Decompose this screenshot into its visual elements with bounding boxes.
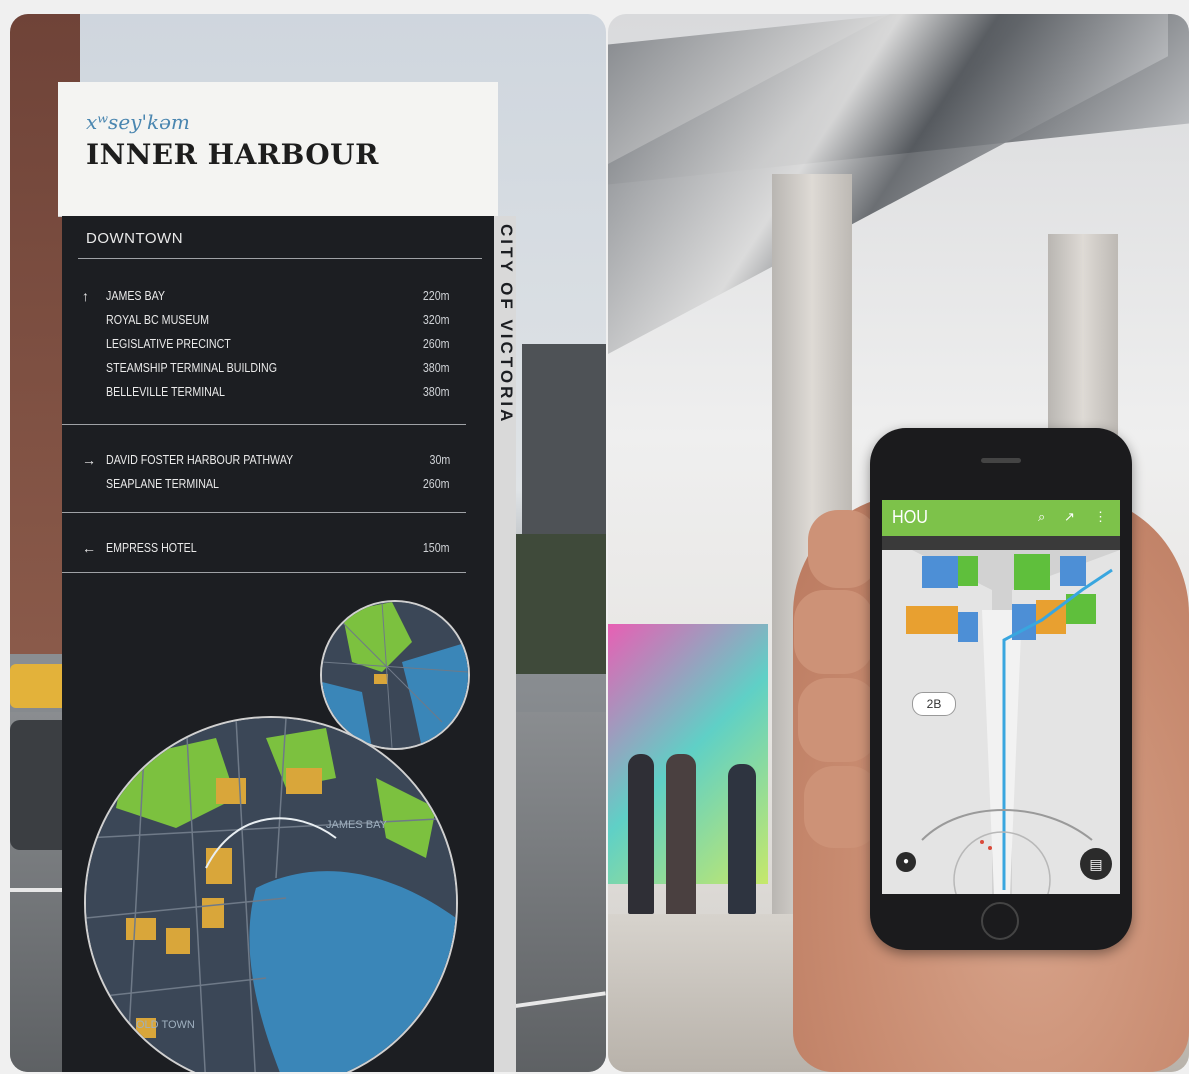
divider: [62, 512, 466, 513]
app-title: HOU: [892, 507, 928, 527]
more-icon[interactable]: ⋮: [1094, 509, 1107, 525]
divider: [62, 572, 466, 573]
sign-panel: DOWNTOWN ↑ JAMES BAY 220m ROYAL BC MUSEU…: [62, 216, 494, 1072]
destination: ROYAL BC MUSEUM: [106, 312, 210, 327]
destination: STEAMSHIP TERMINAL BUILDING: [106, 360, 277, 375]
arrow-up-icon: ↑: [82, 288, 89, 304]
sign-subtitle: xʷsey'kəm: [86, 110, 190, 134]
search-icon[interactable]: ⌕: [1038, 509, 1045, 525]
map-label-old-town: OLD TOWN: [136, 1019, 195, 1031]
tree-line: [514, 534, 606, 674]
distance: 150m: [423, 540, 450, 555]
pylon-sign: xʷsey'kəm INNER HARBOUR DOWNTOWN ↑ JAMES…: [58, 82, 516, 1072]
finger: [798, 678, 878, 762]
floor-selector-button[interactable]: ▤: [1080, 848, 1112, 880]
gate-badge[interactable]: 2B: [912, 692, 956, 716]
district-map-graphic: JAMES BAY OLD TOWN: [86, 718, 456, 1072]
destination: JAMES BAY: [106, 288, 166, 303]
sign-side-edge: CITY OF VICTORIA: [494, 216, 516, 1072]
traveler: [728, 764, 756, 914]
distance: 260m: [423, 476, 450, 491]
traveler: [628, 754, 654, 914]
destination: SEAPLANE TERMINAL: [106, 476, 219, 491]
sign-header: xʷsey'kəm INNER HARBOUR: [58, 82, 498, 216]
arrow-left-icon: ←: [82, 540, 96, 556]
distance: 30m: [429, 452, 450, 467]
map-label-james-bay: JAMES BAY: [326, 819, 388, 831]
divider: [62, 424, 466, 425]
directions-icon[interactable]: ↗: [1064, 509, 1075, 525]
arrow-right-icon: →: [82, 452, 96, 468]
location-pin-icon[interactable]: ●: [896, 852, 916, 872]
finger: [808, 510, 878, 588]
side-text: CITY OF VICTORIA: [497, 224, 516, 425]
app-subtitle-bar: [882, 536, 1120, 550]
phone-speaker: [981, 458, 1021, 463]
traveler: [666, 754, 696, 926]
destination: EMPRESS HOTEL: [106, 540, 197, 555]
finger: [794, 590, 874, 674]
distance: 380m: [423, 384, 450, 399]
wayfinding-sign-photo: xʷsey'kəm INNER HARBOUR DOWNTOWN ↑ JAMES…: [10, 14, 606, 1072]
inset-map: [320, 600, 470, 750]
destination: LEGISLATIVE PRECINCT: [106, 336, 231, 351]
destination: DAVID FOSTER HARBOUR PATHWAY: [106, 452, 294, 467]
inset-map-graphic: [322, 602, 468, 748]
finger: [804, 766, 880, 848]
indoor-navigation-photo: HOU ⌕ ↗ ⋮ 2B ● ▤: [608, 14, 1189, 1072]
divider: [78, 258, 482, 259]
app-bar: HOU ⌕ ↗ ⋮: [882, 500, 1120, 536]
indoor-map: [882, 550, 1120, 894]
destination: BELLEVILLE TERMINAL: [106, 384, 225, 399]
distance: 380m: [423, 360, 450, 375]
phone-screen: HOU ⌕ ↗ ⋮ 2B ● ▤: [882, 500, 1120, 894]
district-map: JAMES BAY OLD TOWN: [84, 716, 458, 1072]
distance: 220m: [423, 288, 450, 303]
distance: 260m: [423, 336, 450, 351]
smartphone: HOU ⌕ ↗ ⋮ 2B ● ▤: [870, 428, 1132, 950]
home-button[interactable]: [981, 902, 1019, 940]
distance: 320m: [423, 312, 450, 327]
sign-title: INNER HARBOUR: [86, 138, 379, 171]
section-title: DOWNTOWN: [86, 230, 184, 247]
apartment-tower: [522, 344, 606, 564]
